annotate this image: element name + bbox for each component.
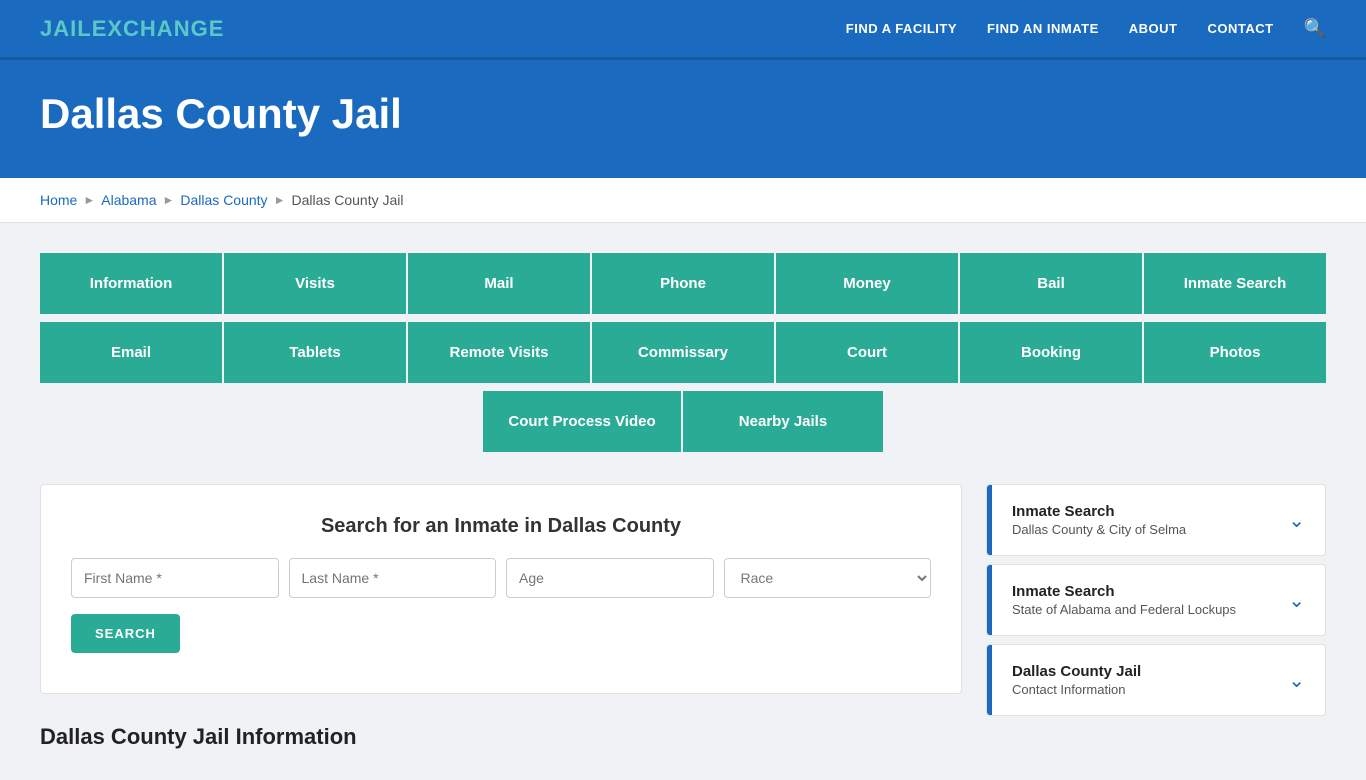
age-input[interactable]	[506, 558, 714, 598]
logo-jail: JAIL	[40, 16, 92, 41]
chevron-down-icon-3: ⌄	[1288, 668, 1305, 693]
info-section-title: Dallas County Jail Information	[40, 724, 962, 750]
category-button-grid: Information Visits Mail Phone Money Bail…	[40, 253, 1326, 454]
breadcrumb-home[interactable]: Home	[40, 192, 77, 208]
search-panel-title: Search for an Inmate in Dallas County	[71, 515, 931, 538]
btn-bail[interactable]: Bail	[960, 253, 1144, 316]
sidebar-card-inmate-search-alabama: Inmate Search State of Alabama and Feder…	[986, 564, 1326, 636]
sidebar-card-inmate-search-dallas: Inmate Search Dallas County & City of Se…	[986, 484, 1326, 556]
main-content: Information Visits Mail Phone Money Bail…	[0, 223, 1366, 780]
btn-remote-visits[interactable]: Remote Visits	[408, 322, 592, 385]
search-icon[interactable]: 🔍	[1304, 18, 1326, 39]
content-area: Search for an Inmate in Dallas County Ra…	[40, 484, 1326, 750]
page-title: Dallas County Jail	[40, 90, 1326, 138]
btn-court-video[interactable]: Court Process Video	[483, 391, 683, 454]
nav-find-facility[interactable]: FIND A FACILITY	[846, 21, 957, 36]
btn-photos[interactable]: Photos	[1144, 322, 1326, 385]
btn-information[interactable]: Information	[40, 253, 224, 316]
sidebar-card-header-contact[interactable]: Dallas County Jail Contact Information ⌄	[987, 645, 1325, 715]
chevron-down-icon: ⌄	[1288, 508, 1305, 533]
btn-booking[interactable]: Booking	[960, 322, 1144, 385]
btn-email[interactable]: Email	[40, 322, 224, 385]
search-button[interactable]: SEARCH	[71, 614, 180, 653]
breadcrumb-bar: Home ► Alabama ► Dallas County ► Dallas …	[0, 178, 1366, 223]
btn-nearby-jails[interactable]: Nearby Jails	[683, 391, 883, 454]
sidebar-card-main-alabama: Inmate Search	[1012, 583, 1236, 600]
info-section: Dallas County Jail Information	[40, 724, 962, 750]
main-column: Search for an Inmate in Dallas County Ra…	[40, 484, 962, 750]
sidebar-card-header-alabama[interactable]: Inmate Search State of Alabama and Feder…	[987, 565, 1325, 635]
btn-row-2: Email Tablets Remote Visits Commissary C…	[40, 322, 1326, 385]
hero-section: Dallas County Jail	[0, 60, 1366, 178]
sidebar-card-sub-dallas: Dallas County & City of Selma	[1012, 522, 1186, 537]
sidebar-card-sub-contact: Contact Information	[1012, 682, 1141, 697]
btn-visits[interactable]: Visits	[224, 253, 408, 316]
sidebar-card-main-contact: Dallas County Jail	[1012, 663, 1141, 680]
search-fields: Race White Black Hispanic Asian Other	[71, 558, 931, 598]
last-name-input[interactable]	[289, 558, 497, 598]
sidebar-card-title-dallas: Inmate Search Dallas County & City of Se…	[1012, 503, 1186, 537]
nav-contact[interactable]: CONTACT	[1207, 21, 1273, 36]
logo-exchange: EXCHANGE	[92, 16, 225, 41]
nav-about[interactable]: ABOUT	[1129, 21, 1178, 36]
race-select[interactable]: Race White Black Hispanic Asian Other	[724, 558, 932, 598]
btn-mail[interactable]: Mail	[408, 253, 592, 316]
sidebar-card-header-dallas[interactable]: Inmate Search Dallas County & City of Se…	[987, 485, 1325, 555]
btn-money[interactable]: Money	[776, 253, 960, 316]
site-logo[interactable]: JAILEXCHANGE	[40, 16, 224, 42]
btn-row-1: Information Visits Mail Phone Money Bail…	[40, 253, 1326, 316]
nav-find-inmate[interactable]: FIND AN INMATE	[987, 21, 1099, 36]
btn-phone[interactable]: Phone	[592, 253, 776, 316]
sidebar: Inmate Search Dallas County & City of Se…	[986, 484, 1326, 724]
btn-inmate-search[interactable]: Inmate Search	[1144, 253, 1326, 316]
btn-row-3: Court Process Video Nearby Jails	[40, 391, 1326, 454]
sidebar-card-title-alabama: Inmate Search State of Alabama and Feder…	[1012, 583, 1236, 617]
btn-tablets[interactable]: Tablets	[224, 322, 408, 385]
breadcrumb: Home ► Alabama ► Dallas County ► Dallas …	[40, 192, 1326, 208]
inmate-search-panel: Search for an Inmate in Dallas County Ra…	[40, 484, 962, 694]
first-name-input[interactable]	[71, 558, 279, 598]
breadcrumb-current: Dallas County Jail	[291, 192, 403, 208]
breadcrumb-sep-2: ►	[163, 193, 175, 207]
btn-court[interactable]: Court	[776, 322, 960, 385]
sidebar-card-contact-info: Dallas County Jail Contact Information ⌄	[986, 644, 1326, 716]
sidebar-card-title-contact: Dallas County Jail Contact Information	[1012, 663, 1141, 697]
sidebar-card-sub-alabama: State of Alabama and Federal Lockups	[1012, 602, 1236, 617]
site-header: JAILEXCHANGE FIND A FACILITY FIND AN INM…	[0, 0, 1366, 60]
btn-commissary[interactable]: Commissary	[592, 322, 776, 385]
main-nav: FIND A FACILITY FIND AN INMATE ABOUT CON…	[846, 18, 1326, 39]
sidebar-card-main-dallas: Inmate Search	[1012, 503, 1186, 520]
breadcrumb-sep-1: ►	[83, 193, 95, 207]
breadcrumb-dallas-county[interactable]: Dallas County	[180, 192, 267, 208]
chevron-down-icon-2: ⌄	[1288, 588, 1305, 613]
breadcrumb-sep-3: ►	[274, 193, 286, 207]
breadcrumb-alabama[interactable]: Alabama	[101, 192, 156, 208]
